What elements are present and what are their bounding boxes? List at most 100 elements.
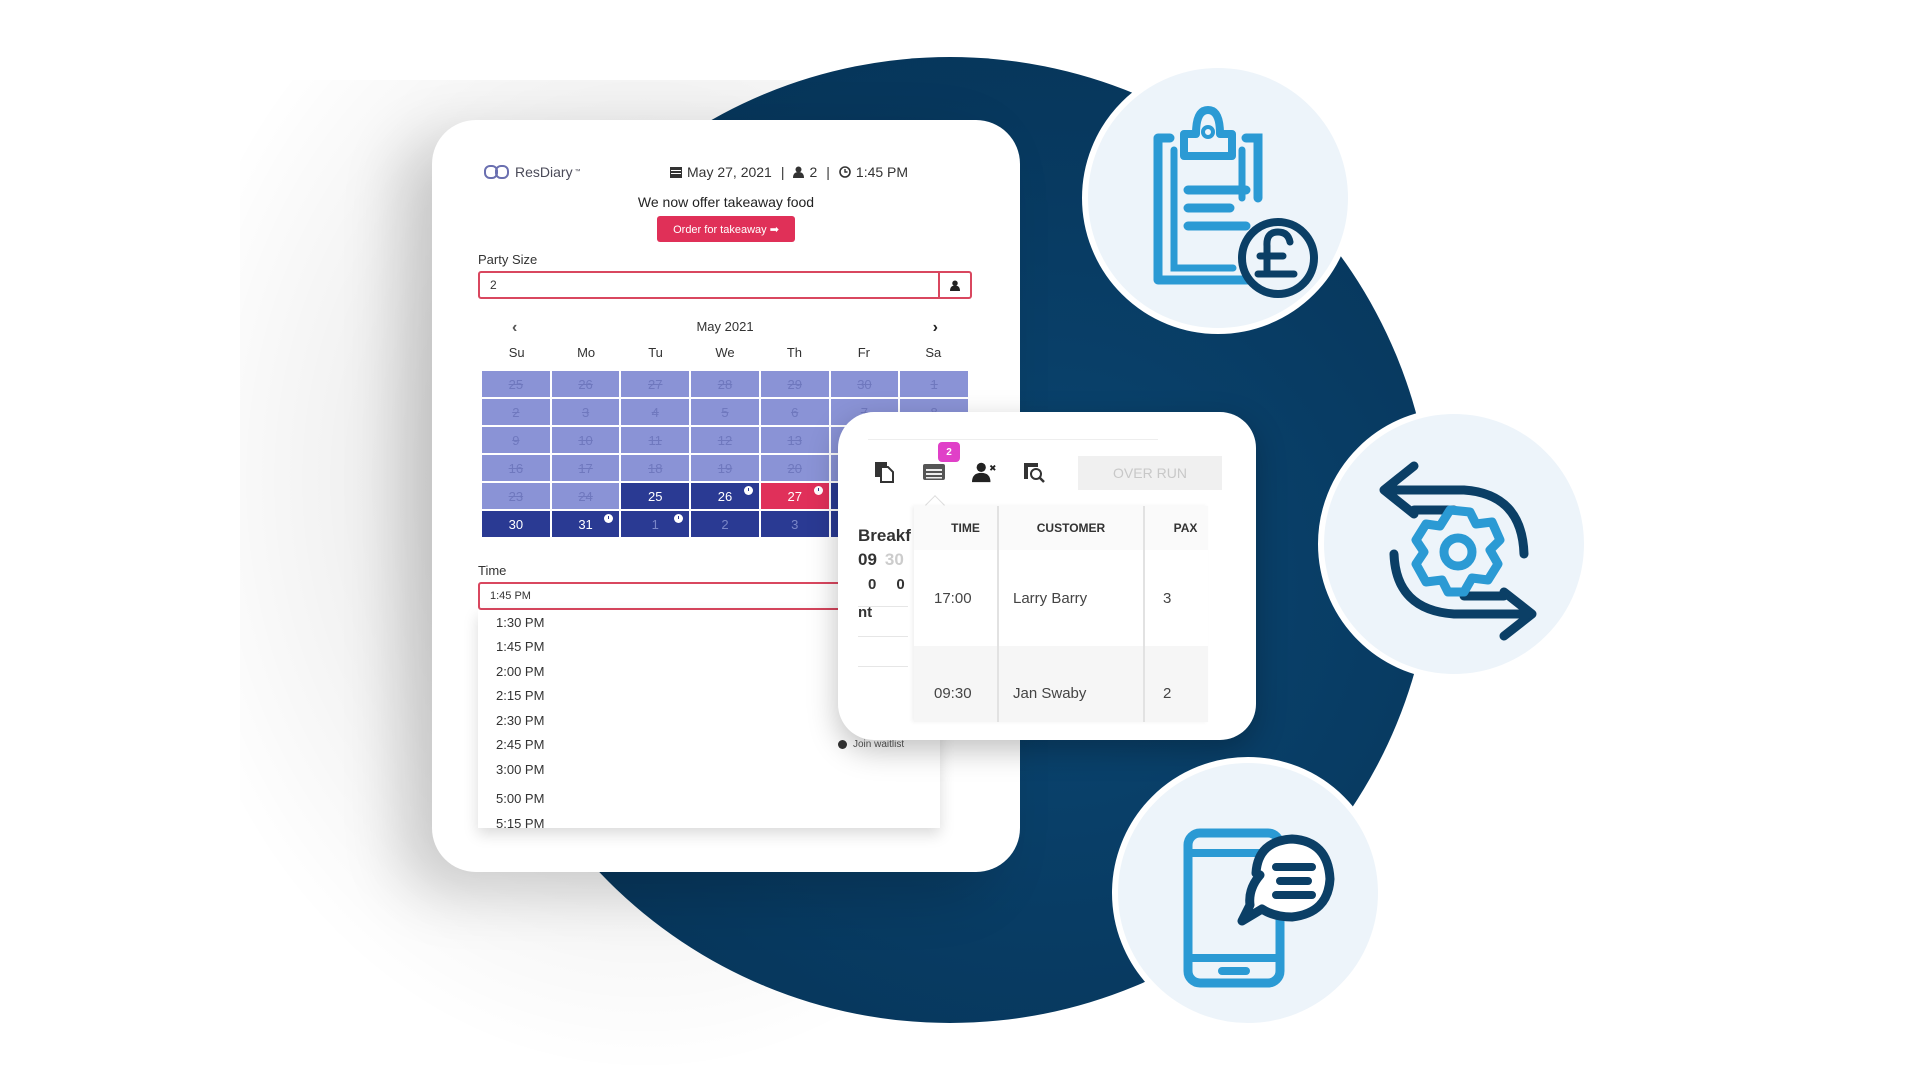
calendar-day[interactable]: 30 <box>482 511 550 537</box>
calendar-day: 9 <box>482 427 550 453</box>
service-name: Breakf <box>858 526 911 545</box>
chevron-right-icon[interactable]: › <box>933 319 938 337</box>
calendar-day-number: 3 <box>581 404 590 420</box>
calendar-day: 13 <box>760 427 829 453</box>
party-size-label: Party Size <box>478 252 538 267</box>
cell-customer: Jan Swaby <box>998 646 1145 722</box>
over-run-button[interactable]: OVER RUN <box>1078 456 1222 490</box>
separator: | <box>780 164 785 180</box>
calendar-day[interactable]: 26 <box>691 483 759 509</box>
column-header-time[interactable]: TIME <box>914 506 999 550</box>
weekday-label: Tu <box>648 345 663 360</box>
calendar-day: 2 <box>691 511 759 537</box>
calendar-day: 30 <box>830 371 899 397</box>
calendar-day: 16 <box>482 455 550 481</box>
calendar-day-number: 27 <box>787 488 802 504</box>
calendar-icon <box>670 167 682 178</box>
calendar-day-number: 2 <box>512 404 520 420</box>
time-option[interactable]: 5:15 PM <box>478 811 940 828</box>
divider <box>868 439 1158 440</box>
party-size-value[interactable]: 2 <box>480 278 938 292</box>
cell-time: 17:00 <box>914 550 999 646</box>
calendar-day: 11 <box>621 427 690 453</box>
booking-list-icon[interactable]: 2 <box>922 442 960 484</box>
party-size-input[interactable]: 2 <box>478 271 972 299</box>
logo-mark-icon <box>484 165 509 179</box>
clipboard-pound-icon <box>1153 106 1318 298</box>
user-icon <box>793 166 805 178</box>
diary-toolbar: 2 <box>872 442 1046 484</box>
calendar-day-number: 1 <box>930 376 938 392</box>
order-takeaway-button[interactable]: Order for takeaway ➡ <box>657 216 795 242</box>
search-reservation-icon[interactable] <box>1022 460 1046 484</box>
widget-header: ResDiary ™ May 27, 2021 | 2 | 1:45 PM <box>478 160 974 186</box>
summary-date: May 27, 2021 <box>687 164 772 180</box>
calendar-day: 1 <box>900 371 968 397</box>
table-row[interactable]: 17:00 Larry Barry 3 <box>914 550 1208 646</box>
calendar-day-number: 3 <box>791 516 799 532</box>
calendar-day-number: 26 <box>717 488 733 504</box>
calendar-day-number: 25 <box>508 376 524 392</box>
calendar-day: 25 <box>482 371 550 397</box>
service-counts: 00 <box>868 576 905 593</box>
calendar-day-number: 9 <box>512 432 520 448</box>
time-option-label: 5:15 PM <box>496 815 545 828</box>
time-option-label: 1:45 PM <box>496 639 545 655</box>
column-header-pax[interactable]: PAX <box>1144 506 1208 550</box>
copy-icon[interactable] <box>872 460 896 484</box>
booking-summary: May 27, 2021 | 2 | 1:45 PM <box>670 164 908 180</box>
service-hours: 09 <box>858 550 877 569</box>
calendar-day: 2 <box>482 399 550 425</box>
calendar-day-number: 19 <box>717 460 733 476</box>
calendar-day-number: 10 <box>578 432 593 448</box>
table-header-row: TIME CUSTOMER PAX <box>914 506 1208 550</box>
join-waitlist-link[interactable]: Join waitlist <box>838 739 904 750</box>
grid-line <box>858 666 908 667</box>
chevron-left-icon[interactable]: ‹ <box>512 319 517 337</box>
weekday-label: We <box>715 345 735 360</box>
feature-circle-integration <box>1318 408 1590 680</box>
calendar-day: 12 <box>691 427 759 453</box>
time-option-label: 2:15 PM <box>496 688 545 704</box>
calendar-day[interactable]: 25 <box>621 483 690 509</box>
calendar-day-number: 5 <box>721 404 729 420</box>
calendar-day[interactable]: 31 <box>551 511 620 537</box>
count-b: 0 <box>896 576 905 593</box>
calendar-day-number: 30 <box>857 376 872 392</box>
separator: | <box>826 164 830 180</box>
calendar-day-number: 29 <box>787 376 802 392</box>
calendar-day-number: 23 <box>508 488 524 504</box>
cell-time: 09:30 <box>914 646 999 722</box>
cell-pax: 3 <box>1144 550 1208 646</box>
calendar-day: 6 <box>760 399 829 425</box>
weekday-label: Sa <box>925 345 942 360</box>
user-icon <box>950 280 960 291</box>
time-option-label: 2:45 PM <box>496 737 545 753</box>
weekday-row: Su Mo Tu We Th Fr Sa <box>482 345 968 365</box>
promo-text: We now offer takeaway food <box>637 194 815 210</box>
calendar-day[interactable]: 27 <box>760 483 829 509</box>
weekday-label: Fr <box>857 345 870 360</box>
table-row[interactable]: 09:30 Jan Swaby 2 <box>914 646 1208 722</box>
time-option-label: 2:30 PM <box>496 712 545 728</box>
booking-count-badge: 2 <box>938 442 960 462</box>
remove-user-icon[interactable] <box>972 460 996 484</box>
clock-icon <box>743 486 753 495</box>
calendar-day: 1 <box>621 511 690 537</box>
time-option[interactable]: 5:00 PM <box>478 787 940 812</box>
time-option[interactable]: 3:00 PM <box>478 757 940 782</box>
weekday-label: Th <box>786 345 802 360</box>
time-option-label: 3:00 PM <box>496 761 545 777</box>
calendar-day-number: 12 <box>717 432 733 448</box>
clock-icon <box>839 166 851 178</box>
calendar-day-number: 17 <box>578 460 593 476</box>
weekday-label: Su <box>508 345 525 360</box>
calendar-day: 29 <box>760 371 829 397</box>
feature-circle-messaging <box>1112 757 1384 1029</box>
column-header-customer[interactable]: CUSTOMER <box>998 506 1145 550</box>
weekday-label: Mo <box>577 345 596 360</box>
calendar-day-number: 20 <box>787 460 802 476</box>
calendar-day: 26 <box>551 371 620 397</box>
cell-customer: Larry Barry <box>998 550 1145 646</box>
calendar-day-number: 4 <box>651 404 659 420</box>
